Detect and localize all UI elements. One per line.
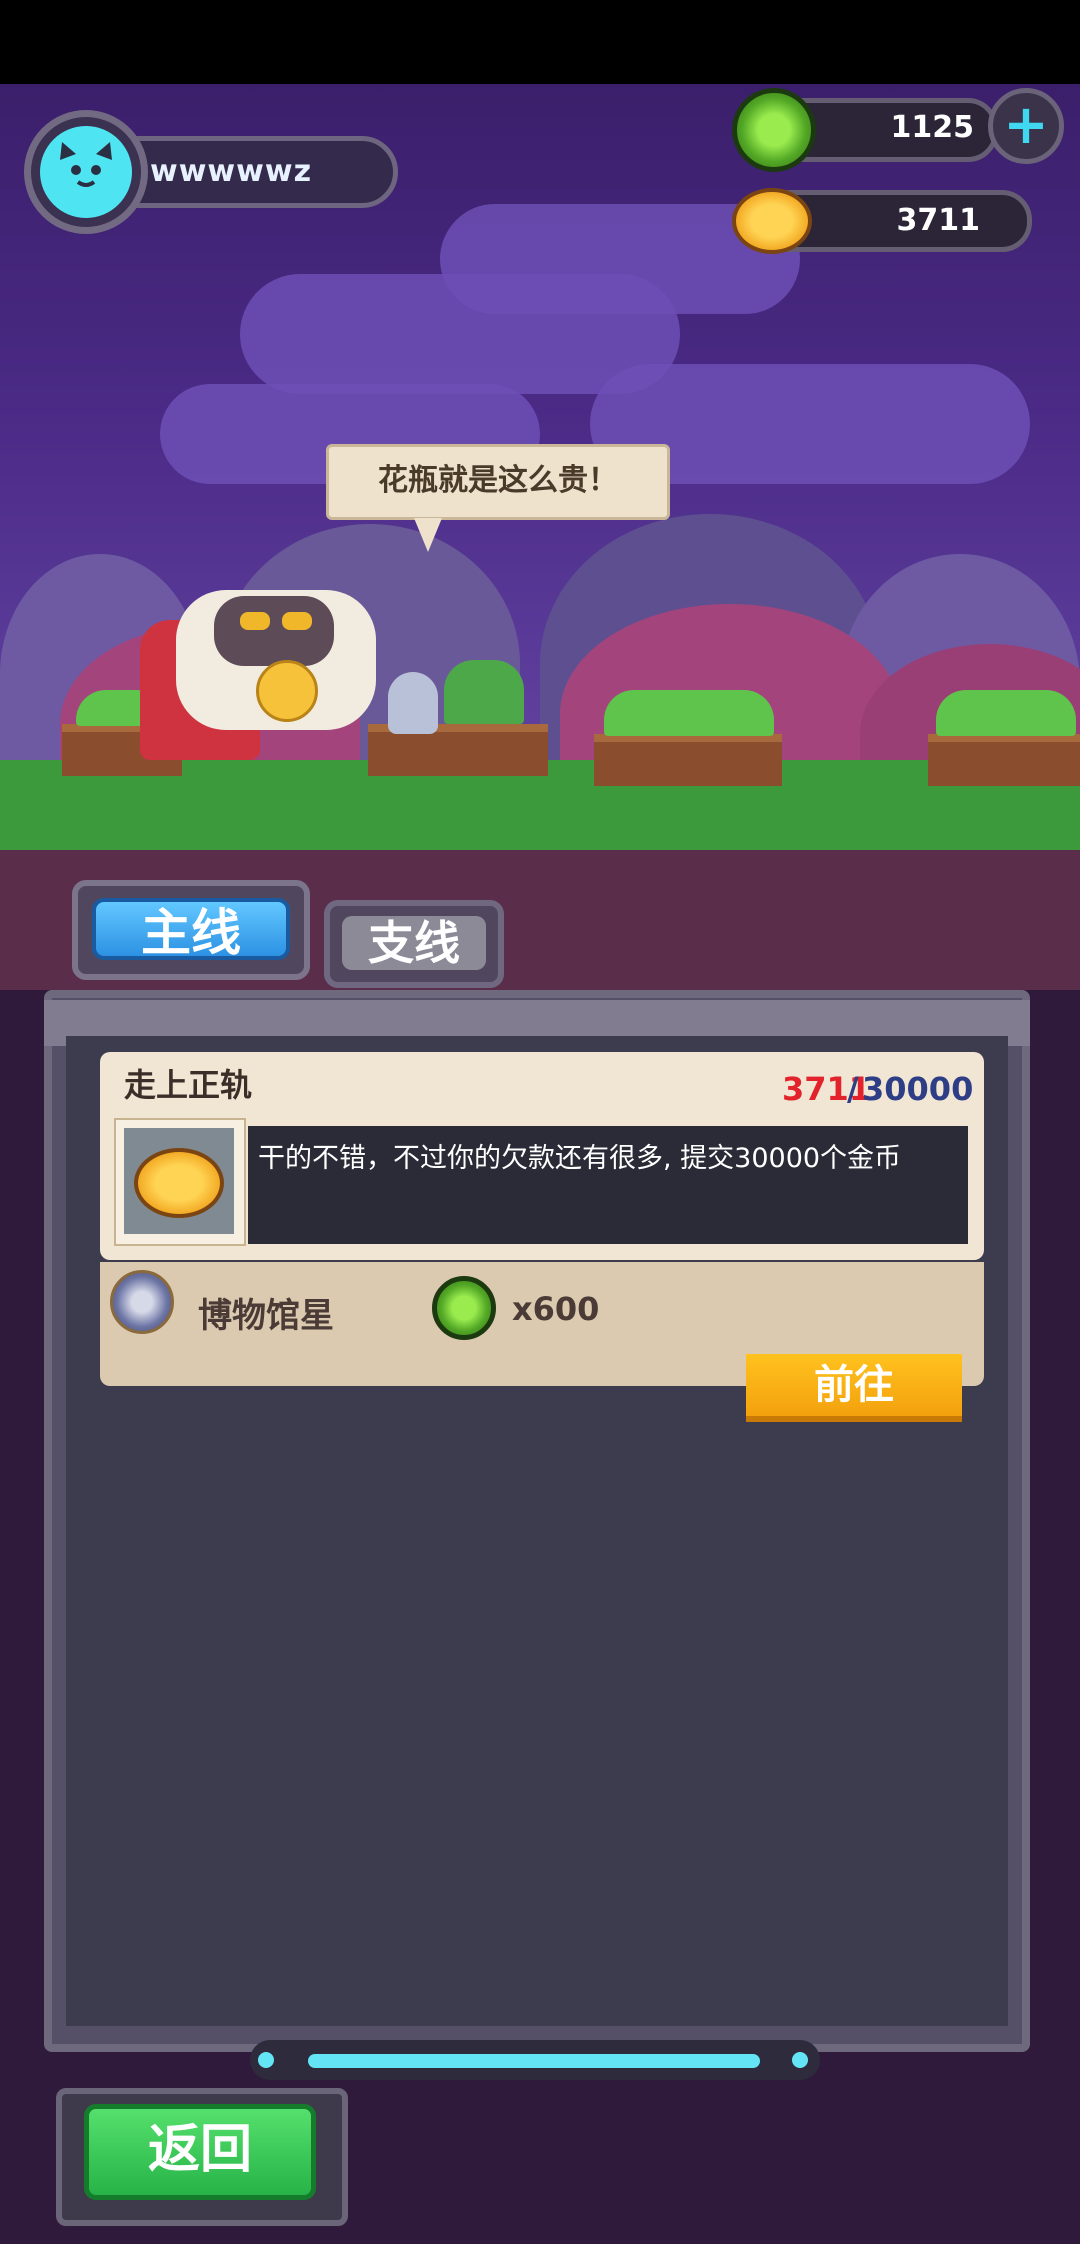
quest-progress-separator: /	[847, 1070, 859, 1108]
speech-tail	[414, 518, 442, 552]
npc-cat-face	[214, 596, 334, 666]
reward-count: x600	[512, 1290, 600, 1328]
scrollbar-end-dot	[792, 2052, 808, 2068]
plant	[604, 690, 774, 736]
quest-title: 走上正轨	[124, 1066, 253, 1104]
green-gem-icon	[432, 1276, 496, 1340]
quest-location: 博物馆星	[198, 1296, 334, 1336]
plant	[444, 660, 524, 724]
npc-fish	[388, 672, 438, 734]
scrollbar-thumb[interactable]	[308, 2054, 760, 2068]
player-name: wwwwwz	[150, 154, 313, 189]
planter-box	[928, 734, 1080, 786]
gem-count: 1125	[890, 110, 975, 145]
npc-speech-text: 花瓶就是这么贵！	[378, 463, 618, 498]
tab-side-label: 支线	[342, 916, 486, 970]
npc-cat-eye	[240, 612, 270, 630]
tab-main-label: 主线	[92, 898, 290, 962]
quest-progress-target: 30000	[862, 1070, 974, 1108]
plus-icon: +	[1003, 93, 1049, 156]
green-gem-icon	[732, 88, 816, 172]
planter-box	[594, 734, 782, 786]
quest-description: 干的不错，不过你的欠款还有很多, 提交30000个金币	[258, 1143, 902, 1174]
coin-count: 3711	[896, 203, 981, 238]
gold-coin-icon	[732, 188, 812, 254]
scrollbar-end-dot	[258, 2052, 274, 2068]
back-button[interactable]: 返回	[84, 2104, 316, 2200]
gold-coin-icon	[134, 1148, 224, 1218]
tab-side-quest[interactable]: 支线	[324, 900, 504, 988]
npc-bell	[256, 660, 318, 722]
add-currency-button[interactable]: +	[988, 88, 1064, 164]
npc-speech-bubble: 花瓶就是这么贵！	[326, 444, 670, 520]
tab-main-quest[interactable]: 主线	[72, 880, 310, 980]
status-bar	[0, 0, 1080, 84]
npc-cat-eye	[282, 612, 312, 630]
cat-face-icon[interactable]	[40, 126, 132, 218]
museum-planet-icon	[110, 1270, 174, 1334]
plant	[936, 690, 1076, 736]
go-button[interactable]: 前往	[746, 1354, 962, 1416]
